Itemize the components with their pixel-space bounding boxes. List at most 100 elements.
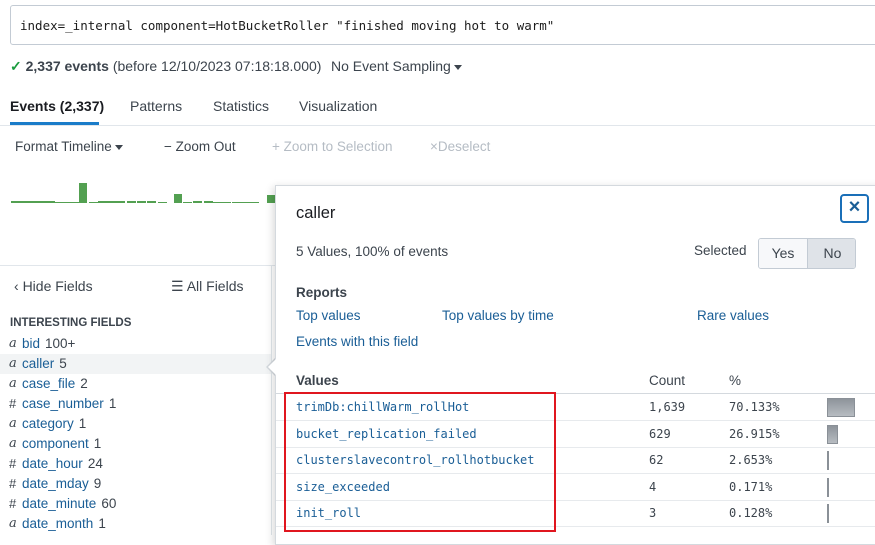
list-icon: ☰ (171, 278, 184, 294)
top-values-by-time-link[interactable]: Top values by time (442, 308, 554, 323)
field-name-text: date_hour (22, 456, 83, 471)
string-type-icon: a (9, 436, 17, 451)
field-distinct-count: 24 (87, 456, 103, 471)
timeline-bar[interactable] (137, 201, 146, 203)
timeline-bar[interactable] (250, 201, 259, 203)
value-percent-bar (827, 424, 838, 444)
top-values-link[interactable]: Top values (296, 308, 361, 323)
event-sampling-dropdown[interactable]: No Event Sampling (331, 58, 462, 74)
field-name-text: date_month (22, 516, 94, 531)
zoom-out-button[interactable]: − Zoom Out (164, 139, 236, 154)
field-distinct-count: 1 (93, 436, 102, 451)
deselect-button[interactable]: ×Deselect (430, 139, 490, 154)
field-name-text: case_number (22, 396, 104, 411)
timeline-bar[interactable] (19, 201, 28, 203)
all-fields-button[interactable]: ☰ All Fields (171, 278, 243, 295)
plus-icon: + (272, 139, 280, 154)
chevron-down-icon (453, 64, 462, 70)
tab-statistics[interactable]: Statistics (213, 98, 269, 114)
field-item-component[interactable]: a component 1 (0, 434, 272, 454)
values-table-header: Values Count % (276, 372, 875, 394)
chevron-left-icon: ‹ (14, 278, 19, 294)
search-input[interactable]: index=_internal component=HotBucketRolle… (10, 5, 875, 45)
popup-title: caller (296, 204, 336, 222)
field-item-case-number[interactable]: # case_number 1 (0, 394, 272, 414)
timeline-bar[interactable] (158, 201, 167, 203)
time-range-text: (before 12/10/2023 07:18:18.000) (112, 58, 322, 74)
field-item-date-month[interactable]: a date_month 1 (0, 514, 272, 534)
timeline-bar[interactable] (193, 201, 202, 203)
field-name-text: bid (22, 336, 41, 351)
value-percent-bar (827, 451, 829, 471)
zoom-to-selection-button[interactable]: + Zoom to Selection (272, 139, 392, 154)
events-with-field-link[interactable]: Events with this field (296, 334, 418, 349)
field-item-date-hour[interactable]: # date_hour 24 (0, 454, 272, 474)
timeline-bar[interactable] (204, 201, 213, 203)
field-name: case_number 1 (22, 396, 116, 411)
value-percent: 2.653% (729, 453, 773, 468)
check-icon: ✓ (10, 58, 22, 74)
timeline-bar[interactable] (232, 201, 241, 203)
value-count: 1,639 (649, 400, 686, 414)
field-name: caller 5 (22, 356, 67, 371)
field-distinct-count: 1 (108, 396, 117, 411)
results-tabs: Events (2,337) Patterns Statistics Visua… (0, 88, 875, 126)
timeline-bar[interactable] (147, 201, 156, 203)
timeline-bar[interactable] (28, 201, 37, 203)
field-name-text: case_file (22, 376, 76, 391)
hide-fields-button[interactable]: ‹ Hide Fields (14, 278, 93, 294)
interesting-fields-heading: INTERESTING FIELDS (10, 317, 132, 329)
timeline-bar[interactable] (174, 194, 182, 203)
field-name: date_minute 60 (22, 496, 116, 511)
string-type-icon: a (9, 516, 17, 531)
selected-toggle: Yes No (758, 238, 856, 269)
string-type-icon: a (9, 336, 17, 351)
value-count: 3 (649, 506, 657, 521)
value-percent: 0.128% (729, 506, 773, 521)
timeline-bar[interactable] (127, 201, 136, 203)
value-percent-bar (827, 477, 829, 497)
field-item-case-file[interactable]: a case_file 2 (0, 374, 272, 394)
timeline-bar[interactable] (46, 201, 55, 203)
selected-no-button[interactable]: No (808, 239, 855, 268)
selected-yes-button[interactable]: Yes (759, 239, 808, 268)
timeline-bar[interactable] (37, 201, 46, 203)
sampling-label: No Event Sampling (331, 58, 451, 74)
timeline-bar[interactable] (213, 201, 222, 203)
field-item-bid[interactable]: a bid 100+ (0, 334, 272, 354)
field-name-text: component (22, 436, 89, 451)
tab-patterns[interactable]: Patterns (130, 98, 182, 114)
field-item-date-mday[interactable]: # date_mday 9 (0, 474, 272, 494)
value-percent: 26.915% (729, 426, 780, 441)
field-item-caller[interactable]: a caller 5 (0, 354, 272, 374)
field-name-text: category (22, 416, 74, 431)
format-timeline-button[interactable]: Format Timeline (15, 139, 123, 154)
popup-pointer-inner (268, 359, 276, 375)
timeline-bar[interactable] (116, 201, 125, 203)
timeline-bar[interactable] (107, 201, 116, 203)
timeline-bar[interactable] (267, 195, 275, 203)
timeline-bar[interactable] (222, 201, 231, 203)
timeline-bar[interactable] (183, 201, 192, 203)
timeline-bar[interactable] (98, 201, 107, 203)
zoom-out-label: Zoom Out (175, 139, 236, 154)
timeline-bar[interactable] (79, 183, 87, 203)
field-item-category[interactable]: a category 1 (0, 414, 272, 434)
selected-label: Selected (694, 243, 747, 258)
timeline-bar[interactable] (241, 201, 250, 203)
close-button[interactable]: × (840, 194, 869, 223)
minus-icon: − (164, 139, 172, 154)
tab-visualization[interactable]: Visualization (299, 98, 377, 114)
field-distinct-count: 2 (80, 376, 88, 391)
close-icon: × (848, 196, 861, 218)
field-item-date-minute[interactable]: # date_minute 60 (0, 494, 272, 514)
tab-events[interactable]: Events (2,337) (10, 98, 104, 114)
active-tab-indicator (10, 122, 99, 125)
event-summary: ✓ 2,337 events (before 12/10/2023 07:18:… (10, 58, 321, 75)
timeline-bar[interactable] (55, 201, 64, 203)
value-percent-bar (827, 398, 855, 417)
field-name: bid 100+ (22, 336, 75, 351)
reports-heading: Reports (296, 285, 348, 300)
timeline-bar[interactable] (89, 201, 98, 203)
rare-values-link[interactable]: Rare values (697, 308, 769, 323)
